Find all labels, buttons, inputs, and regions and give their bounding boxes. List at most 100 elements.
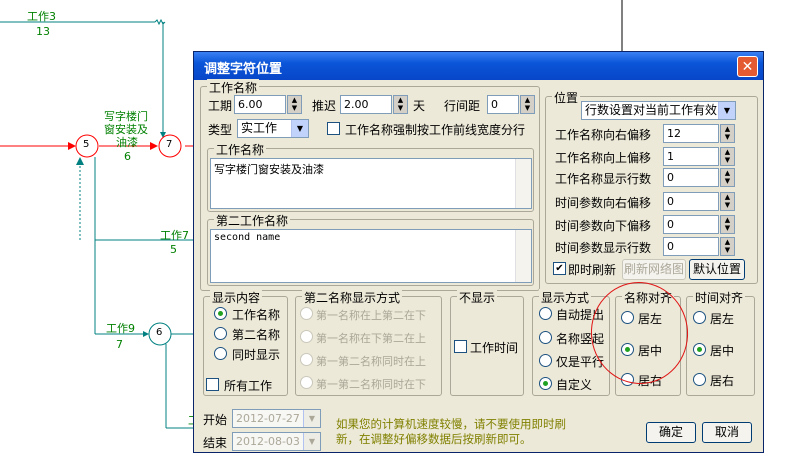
second-name-subgroup-legend: 第二工作名称 <box>214 212 291 229</box>
display-second-name-radio[interactable] <box>214 327 227 340</box>
chevron-down-icon: ▼ <box>718 102 735 119</box>
offset-input-time-down[interactable]: 0 <box>663 215 719 234</box>
offset-label-time-right: 时间参数向右偏移 <box>555 196 652 210</box>
offset-label-name-right: 工作名称向右偏移 <box>555 128 652 142</box>
start-date-select[interactable]: 2012-07-27 ▼ <box>232 409 321 428</box>
mode-vertical-radio[interactable] <box>539 331 552 344</box>
time-align-center-radio[interactable] <box>693 343 706 356</box>
offset-label-time-down: 时间参数向下偏移 <box>555 219 652 233</box>
chevron-down-icon: ▼ <box>303 433 320 450</box>
end-date-select[interactable]: 2012-08-03 ▼ <box>232 432 321 451</box>
offset-spinner-name-right[interactable]: ▲ ▼ <box>720 124 735 143</box>
second-name-scrollbar[interactable] <box>515 230 531 282</box>
offset-spinner-time-right[interactable]: ▲ ▼ <box>720 192 735 211</box>
work9-name: 工作9 <box>106 322 135 335</box>
node-7[interactable]: 7 <box>166 139 172 150</box>
position-mode-value: 行数设置对当前工作有效 <box>585 103 718 117</box>
end-date-label: 结束 <box>203 436 228 450</box>
time-align-left-label: 居左 <box>710 312 735 326</box>
second-display-opt3-label: 第一第二名称同时在上 <box>316 355 426 368</box>
period-spinner[interactable]: ▲ ▼ <box>287 95 302 114</box>
hide-work-time-checkbox[interactable] <box>454 340 467 353</box>
mode-auto-radio[interactable] <box>539 307 552 320</box>
default-position-button[interactable]: 默认位置 <box>689 259 745 280</box>
ok-button[interactable]: 确定 <box>646 422 696 443</box>
delay-spinner[interactable]: ▲ ▼ <box>393 95 408 114</box>
time-align-center-label: 居中 <box>710 344 735 358</box>
offset-input-time-right[interactable]: 0 <box>663 192 719 211</box>
second-name-display-legend: 第二名称显示方式 <box>302 289 403 306</box>
mode-custom-label: 自定义 <box>556 378 593 392</box>
main-work-duration: 6 <box>124 150 131 163</box>
display-work-name-radio[interactable] <box>214 307 227 320</box>
force-wrap-label: 工作名称强制按工作前线宽度分行 <box>345 123 526 137</box>
second-name-textarea[interactable]: second name <box>210 229 532 283</box>
display-mode-legend: 显示方式 <box>539 289 592 306</box>
day-unit-label: 天 <box>413 99 426 113</box>
all-works-label: 所有工作 <box>224 379 273 393</box>
display-work-name-label: 工作名称 <box>232 308 281 322</box>
offset-spinner-name-rows[interactable]: ▲ ▼ <box>720 168 735 187</box>
refresh-network-button[interactable]: 刷新网络图 <box>622 259 686 280</box>
work-name-group-legend: 工作名称 <box>207 79 260 96</box>
position-mode-select[interactable]: 行数设置对当前工作有效 ▼ <box>581 101 736 120</box>
offset-label-time-rows: 时间参数显示行数 <box>555 241 652 255</box>
offset-input-name-up[interactable]: 1 <box>663 147 719 166</box>
second-display-opt4-label: 第一第二名称同时在下 <box>316 378 426 391</box>
offset-label-name-up: 工作名称向上偏移 <box>555 151 652 165</box>
offset-spinner-time-down[interactable]: ▲ ▼ <box>720 215 735 234</box>
time-align-right-radio[interactable] <box>693 373 706 386</box>
main-work-name-line3: 油漆 <box>116 136 138 149</box>
work-type-value: 实工作 <box>241 121 278 135</box>
offset-input-name-right[interactable]: 12 <box>663 124 719 143</box>
work-name-text: 写字楼门窗安装及油漆 <box>214 163 324 176</box>
start-date-value: 2012-07-27 <box>236 412 300 425</box>
work7-duration: 5 <box>170 243 177 256</box>
offset-spinner-time-rows[interactable]: ▲ ▼ <box>720 237 735 256</box>
start-date-label: 开始 <box>203 413 228 427</box>
line-spacing-input[interactable]: 0 <box>487 95 519 114</box>
instant-refresh-label: 即时刷新 <box>568 263 617 277</box>
node-5[interactable]: 5 <box>83 139 89 150</box>
hide-work-time-label: 工作时间 <box>470 341 519 355</box>
instant-refresh-checkbox[interactable]: ✔ <box>553 262 566 275</box>
work3-name: 工作3 <box>27 10 56 23</box>
adjust-text-position-dialog: 调整字符位置 ✕ 工作名称 工期 6.00 ▲ ▼ 推迟 2.00 ▲ ▼ 天 行间… <box>193 51 764 453</box>
work-name-scrollbar[interactable] <box>515 159 531 208</box>
offset-input-name-rows[interactable]: 0 <box>663 168 719 187</box>
name-subgroup-legend: 工作名称 <box>214 141 267 158</box>
line-spacing-spinner[interactable]: ▲ ▼ <box>520 95 535 114</box>
time-align-right-label: 居右 <box>710 374 735 388</box>
line-spacing-label: 行间距 <box>444 99 481 113</box>
time-align-legend: 时间对齐 <box>693 289 746 306</box>
node-6[interactable]: 6 <box>156 327 162 338</box>
offset-spinner-name-up[interactable]: ▲ ▼ <box>720 147 735 166</box>
slow-computer-note-line1: 如果您的计算机速度较慢，请不要使用即时刷 <box>336 417 566 431</box>
delay-input[interactable]: 2.00 <box>340 95 392 114</box>
cancel-button[interactable]: 取消 <box>702 422 752 443</box>
period-label: 工期 <box>208 99 233 113</box>
dialog-titlebar[interactable]: 调整字符位置 ✕ <box>194 52 763 80</box>
mode-parallel-radio[interactable] <box>539 354 552 367</box>
delay-label: 推迟 <box>312 99 337 113</box>
mode-custom-radio[interactable] <box>539 377 552 390</box>
work-name-textarea[interactable]: 写字楼门窗安装及油漆 <box>210 158 532 209</box>
second-display-opt2-radio[interactable] <box>300 330 313 343</box>
time-align-left-radio[interactable] <box>693 311 706 324</box>
all-works-checkbox[interactable] <box>206 378 219 391</box>
chevron-down-icon: ▼ <box>291 120 308 137</box>
second-display-opt3-radio[interactable] <box>300 353 313 366</box>
display-content-legend: 显示内容 <box>210 289 263 306</box>
offset-input-time-rows[interactable]: 0 <box>663 237 719 256</box>
work9-duration: 7 <box>116 338 123 351</box>
end-date-value: 2012-08-03 <box>236 435 300 448</box>
dialog-title: 调整字符位置 <box>204 62 283 77</box>
work-type-select[interactable]: 实工作 ▼ <box>237 119 309 138</box>
display-both-radio[interactable] <box>214 347 227 360</box>
work3-duration: 13 <box>36 25 50 38</box>
force-wrap-checkbox[interactable] <box>327 122 340 135</box>
second-display-opt1-radio[interactable] <box>300 307 313 320</box>
second-display-opt4-radio[interactable] <box>300 376 313 389</box>
close-button[interactable]: ✕ <box>737 56 758 77</box>
period-input[interactable]: 6.00 <box>234 95 286 114</box>
